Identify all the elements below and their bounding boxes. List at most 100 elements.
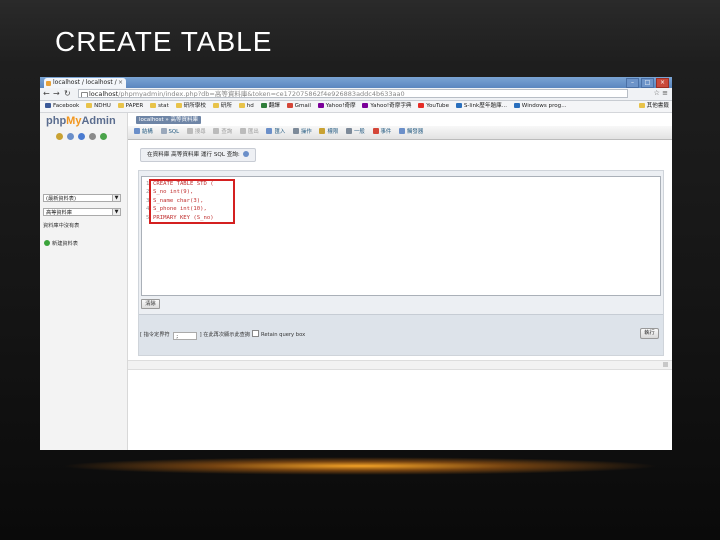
logo-my: My — [66, 115, 82, 127]
window-controls: – □ × — [626, 78, 669, 88]
bookmark-label: 其他書籤 — [646, 103, 669, 109]
tab-triggers[interactable]: 觸發器 — [399, 126, 423, 139]
sql-heading: 在資料庫 高等資料庫 運行 SQL 查詢: — [140, 148, 256, 162]
tab-events[interactable]: 事件 — [372, 126, 392, 139]
operations-icon — [292, 128, 299, 134]
tab-label: 權限 — [327, 129, 339, 135]
tab-label: 事件 — [380, 129, 392, 135]
logo-admin: Admin — [81, 115, 116, 127]
sql-code: 1 CREATE TABLE STD ( 2 S_no int(9), 3 S_nam… — [146, 179, 235, 224]
plus-icon — [44, 240, 50, 246]
go-button[interactable]: 執行 — [640, 328, 659, 339]
tab-label: SQL — [168, 129, 180, 135]
retain-checkbox[interactable] — [252, 330, 259, 337]
minimize-icon[interactable]: – — [626, 78, 639, 88]
reload-nav-icon[interactable] — [100, 133, 107, 140]
browser-tab-bar: localhost / localhost / × – □ × — [40, 77, 672, 88]
bookmark-label: Windows prog... — [521, 103, 567, 109]
tab-label: 操作 — [300, 129, 312, 135]
bookmark-item[interactable]: stat — [150, 101, 169, 112]
rerun-label: ] 在此再次顯示此查詢 — [199, 332, 250, 338]
database-select[interactable]: 高等資料庫 ▼ — [43, 208, 121, 216]
bookmark-label: stat — [158, 103, 169, 109]
bookmark-label: 研所 — [220, 103, 232, 109]
sql-editor[interactable]: 1 CREATE TABLE STD ( 2 S_no int(9), 3 S_nam… — [141, 176, 661, 296]
bookmark-label: Yahoo!奇摩字典 — [370, 103, 412, 109]
tab-search[interactable]: 搜尋 — [186, 126, 206, 139]
bookmark-item[interactable]: 研所 — [212, 101, 232, 112]
delimiter-input[interactable]: ; — [172, 332, 197, 340]
bookmark-item[interactable]: hd — [238, 101, 254, 112]
delimiter-label: [ 指令定界符 — [140, 332, 170, 338]
other-bookmarks[interactable]: 其他書籤 — [638, 101, 669, 112]
clear-button[interactable]: 清除 — [141, 299, 160, 309]
new-table-label: 新建資料表 — [52, 241, 78, 247]
sql-panel: 1 CREATE TABLE STD ( 2 S_no int(9), 3 S_nam… — [138, 170, 664, 356]
browser-screenshot: localhost / localhost / × – □ × ← → ↻ lo… — [40, 77, 672, 450]
settings-icon[interactable] — [89, 133, 96, 140]
query-icon — [213, 128, 220, 134]
database-value: 高等資料庫 — [46, 210, 72, 216]
bookmark-item[interactable]: YouTube — [418, 101, 449, 112]
bookmarks-bar: Facebook NDHU PAPER stat 研所學校 研所 hd 翻譯 G… — [40, 101, 672, 113]
bookmark-label: Facebook — [53, 103, 80, 109]
phpmyadmin-logo[interactable]: phpMyAdmin — [46, 115, 116, 127]
reload-icon[interactable]: ↻ — [64, 89, 71, 99]
bookmark-item[interactable]: 翻譯 — [260, 101, 280, 112]
bookmark-item[interactable]: Yahoo!奇摩 — [317, 101, 356, 112]
recent-tables-select[interactable]: (最新資料表) ▼ — [43, 194, 121, 202]
delimiter-row: [ 指令定界符;] 在此再次顯示此查詢 Retain query box — [140, 330, 305, 340]
events-icon — [372, 128, 379, 134]
browser-tab[interactable]: localhost / localhost / × — [44, 78, 126, 88]
tab-label: 匯出 — [247, 129, 259, 135]
maximize-icon[interactable]: □ — [641, 78, 654, 88]
server-breadcrumb[interactable]: localhost » 高等資料庫 — [136, 116, 202, 124]
tab-query[interactable]: 查詢 — [213, 126, 232, 139]
back-arrow-icon[interactable]: ← — [43, 89, 50, 99]
logout-icon[interactable] — [67, 133, 74, 140]
address-toolbar: ← → ↻ localhost/phpmyadmin/index.php?db=… — [40, 88, 672, 101]
tab-privileges[interactable]: 權限 — [319, 126, 338, 139]
tab-import[interactable]: 匯入 — [266, 126, 285, 139]
close-window-icon[interactable]: × — [656, 78, 669, 88]
phpmyadmin-favicon-icon — [46, 81, 51, 86]
new-table-link[interactable]: 新建資料表 — [44, 240, 78, 247]
routines-icon — [346, 128, 352, 134]
tab-operations[interactable]: 操作 — [292, 126, 312, 139]
bookmark-item[interactable]: PAPER — [117, 101, 143, 112]
bookmark-item[interactable]: 研所學校 — [175, 101, 206, 112]
address-bar[interactable]: localhost/phpmyadmin/index.php?db=高等資料庫&… — [78, 89, 628, 98]
scroll-thumb[interactable] — [663, 362, 668, 367]
forward-arrow-icon[interactable]: → — [53, 89, 60, 99]
pma-sidebar: phpMyAdmin (最新資料表) ▼ 高等資料庫 ▼ 資料庫中沒有表 新建資料表 — [40, 113, 128, 450]
browser-menu-icon[interactable]: ☆ ≡ — [654, 89, 668, 97]
bookmark-item[interactable]: Facebook — [45, 101, 79, 112]
pma-main: localhost » 高等資料庫 結構 SQL 搜尋 查詢 匯出 匯入 操作 … — [128, 113, 672, 450]
tab-export[interactable]: 匯出 — [239, 126, 259, 139]
bookmark-label: hd — [246, 103, 254, 109]
bookmark-item[interactable]: Windows prog... — [513, 101, 567, 112]
help-icon[interactable] — [242, 151, 249, 157]
tab-label: 搜尋 — [194, 129, 206, 135]
retain-label: Retain query box — [261, 332, 306, 338]
bookmark-item[interactable]: Yahoo!奇摩字典 — [362, 101, 412, 112]
import-icon — [266, 128, 273, 134]
close-tab-icon[interactable]: × — [118, 78, 123, 88]
tab-sql[interactable]: SQL — [160, 126, 180, 139]
page-icon — [81, 92, 88, 97]
bookmark-label: Yahoo!奇摩 — [325, 103, 356, 109]
decorative-glow — [60, 457, 660, 475]
bookmark-item[interactable]: NDHU — [86, 101, 111, 112]
export-icon — [239, 128, 246, 134]
logo-php: php — [46, 115, 67, 127]
bookmark-item[interactable]: Gmail — [286, 101, 311, 112]
help-icon[interactable] — [78, 133, 85, 140]
recent-tables-value: (最新資料表) — [46, 196, 76, 202]
bookmark-item[interactable]: S-link歷年題庫... — [455, 101, 507, 112]
tab-label: 匯入 — [274, 129, 286, 135]
tab-structure[interactable]: 結構 — [134, 126, 153, 139]
tab-routines[interactable]: 一般 — [346, 126, 365, 139]
bookmark-label: S-link歷年題庫... — [463, 103, 507, 109]
sidebar-icon-row — [56, 133, 107, 140]
home-icon[interactable] — [56, 133, 63, 140]
